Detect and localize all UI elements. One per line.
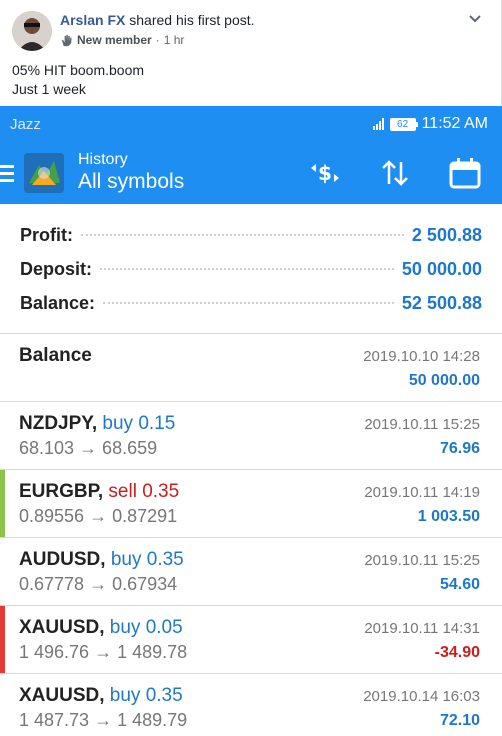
metatrader-logo-icon: [24, 153, 64, 193]
deal-type: buy 0.35: [110, 549, 184, 570]
deal-row[interactable]: EURGBP, sell 0.35 0.89556 → 0.87291 2019…: [0, 470, 502, 538]
post-author-line: Arslan FX shared his first post.: [60, 12, 255, 28]
new-member-badge: New member: [77, 33, 152, 47]
balance-value: 52 500.88: [401, 292, 482, 313]
deal-profit: -34.90: [434, 644, 480, 661]
deal-row[interactable]: AUDUSD, buy 0.35 0.67778 → 0.67934 2019.…: [0, 538, 502, 606]
deal-time: 2019.10.14 16:03: [363, 688, 480, 705]
deal-profit: 1 003.50: [417, 508, 480, 525]
post-text-line: 05% HIT boom.boom: [12, 62, 145, 78]
symbol-name: EURGBP,: [19, 481, 104, 502]
deal-profit: 50 000.00: [408, 372, 480, 389]
menu-icon[interactable]: [0, 161, 14, 186]
status-bar: Jazz 62 11:52 AM: [0, 106, 502, 142]
sort-icon[interactable]: [378, 156, 412, 190]
deal-prices: 1 496.76 → 1 489.78: [19, 642, 188, 662]
symbol-name: AUDUSD,: [19, 549, 106, 570]
app-titles: History All symbols: [78, 151, 184, 195]
deal-time: 2019.10.11 15:25: [364, 416, 480, 433]
app-title: History: [78, 151, 128, 168]
status-right: 62 11:52 AM: [372, 115, 488, 133]
deal-indicator-bar: [0, 470, 5, 537]
battery-icon: 62: [389, 117, 418, 131]
deal-time: 2019.10.10 14:28: [363, 348, 480, 365]
svg-text:$: $: [318, 161, 332, 185]
deal-indicator-bar: [0, 606, 5, 673]
deal-symbol: NZDJPY, buy 0.15: [19, 413, 175, 435]
deal-row[interactable]: XAUUSD, buy 0.05 1 496.76 → 1 489.78 201…: [0, 606, 502, 674]
summary-row-balance: Balance: 52 500.88: [20, 286, 482, 320]
symbol-filter[interactable]: All symbols: [78, 169, 184, 195]
deal-profit: 54.60: [439, 576, 480, 593]
summary-row-profit: Profit: 2 500.88: [20, 218, 482, 252]
post-text-line: Just 1 week: [12, 81, 86, 97]
calendar-icon[interactable]: [448, 156, 482, 190]
deal-prices: 1 487.73 → 1 489.79: [19, 710, 188, 730]
deal-prices: 0.67778 → 0.67934: [19, 574, 178, 594]
profit-value: 2 500.88: [411, 224, 482, 245]
post-time[interactable]: 1 hr: [164, 33, 185, 47]
phone-screenshot: Jazz 62 11:52 AM History All symbols $ P…: [0, 106, 502, 736]
balance-entry[interactable]: Balance 2019.10.10 14:28 50 000.00: [0, 334, 502, 402]
account-summary: Profit: 2 500.88 Deposit: 50 000.00 Bala…: [0, 204, 502, 334]
symbol-name: XAUUSD,: [19, 617, 105, 638]
currency-exchange-icon[interactable]: $: [308, 156, 342, 190]
author-name-link[interactable]: Arslan FX: [60, 12, 125, 28]
deal-row[interactable]: NZDJPY, buy 0.15 68.103 → 68.659 2019.10…: [0, 402, 502, 470]
post-meta: New member · 1 hr: [60, 33, 184, 47]
carrier-name: Jazz: [10, 115, 41, 133]
symbol-name: NZDJPY,: [19, 413, 98, 434]
deposit-label: Deposit:: [20, 258, 92, 279]
dotted-leader: [81, 234, 404, 236]
symbol-name: XAUUSD,: [19, 685, 105, 706]
dotted-leader: [100, 268, 394, 270]
deal-row[interactable]: XAUUSD, buy 0.35 1 487.73 → 1 489.79 201…: [0, 674, 502, 736]
signal-icon: [372, 118, 384, 130]
post-action-text: shared his first post.: [129, 12, 255, 28]
summary-row-deposit: Deposit: 50 000.00: [20, 252, 482, 286]
status-clock: 11:52 AM: [421, 115, 488, 132]
balance-entry-label: Balance: [19, 345, 92, 366]
deal-symbol: AUDUSD, buy 0.35: [19, 549, 184, 571]
deal-type: sell 0.35: [108, 481, 180, 502]
deal-time: 2019.10.11 14:31: [364, 620, 480, 637]
waving-hand-icon: [61, 34, 72, 46]
deal-symbol: EURGBP, sell 0.35: [19, 481, 179, 503]
profit-label: Profit:: [20, 224, 73, 245]
chevron-down-icon[interactable]: [467, 10, 483, 26]
deal-symbol: XAUUSD, buy 0.35: [19, 685, 183, 707]
deal-time: 2019.10.11 15:25: [364, 552, 480, 569]
facebook-post: Arslan FX shared his first post. New mem…: [0, 0, 502, 106]
dotted-leader: [103, 302, 394, 304]
deal-type: buy 0.05: [109, 617, 183, 638]
deal-symbol: XAUUSD, buy 0.05: [19, 617, 183, 639]
post-text: 05% HIT boom.boom Just 1 week: [12, 61, 144, 99]
deal-profit: 76.96: [439, 440, 480, 457]
deal-prices: 68.103 → 68.659: [19, 438, 158, 458]
deal-type: buy 0.35: [109, 685, 183, 706]
deal-time: 2019.10.11 14:19: [364, 484, 480, 501]
toolbar: $: [308, 142, 482, 204]
deposit-value: 50 000.00: [401, 258, 482, 279]
meta-separator: ·: [155, 33, 160, 47]
deal-profit: 72.10: [439, 712, 480, 729]
deal-type: buy 0.15: [102, 413, 176, 434]
balance-label: Balance:: [20, 292, 96, 313]
app-bar: History All symbols $: [0, 142, 502, 204]
avatar[interactable]: [12, 11, 52, 51]
deal-prices: 0.89556 → 0.87291: [19, 506, 178, 526]
